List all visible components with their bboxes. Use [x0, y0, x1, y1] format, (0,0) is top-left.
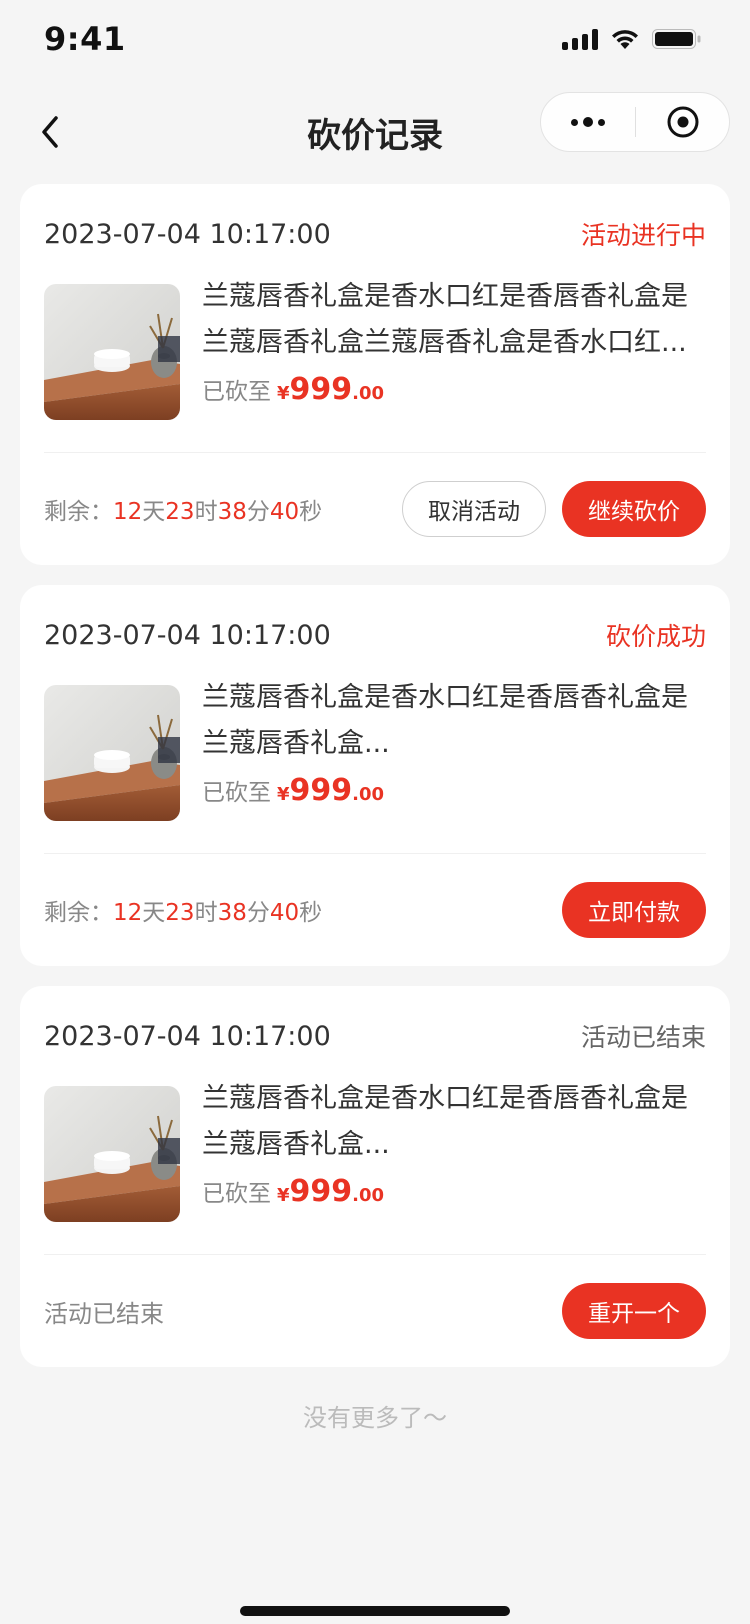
price-integer: 999: [289, 372, 353, 407]
close-mini-program-button[interactable]: [636, 93, 729, 151]
price-integer: 999: [289, 1174, 353, 1209]
bargain-record-card: 2023-07-04 10:17:00 活动已结束 兰蔻唇香礼盒是香水口红是香唇…: [20, 986, 730, 1367]
card-actions: 重开一个: [562, 1283, 706, 1339]
remaining-label: 剩余：: [44, 499, 113, 525]
price-label: 已砍至: [202, 1181, 271, 1207]
price-decimal: .00: [352, 383, 385, 404]
card-header: 2023-07-04 10:17:00 砍价成功: [44, 585, 706, 685]
product-thumbnail[interactable]: [44, 685, 180, 821]
status-bar: 9:41: [0, 0, 750, 88]
day-unit: 天: [142, 499, 166, 525]
continue-bargain-button[interactable]: 继续砍价: [562, 481, 706, 537]
minute-unit: 分: [246, 499, 270, 525]
remaining-minutes: 38: [217, 900, 247, 926]
product-details: 兰蔻唇香礼盒是香水口红是香唇香礼盒是兰蔻唇香礼盒... 已砍至 ¥ 999 .0…: [202, 682, 706, 821]
cancel-activity-button[interactable]: 取消活动: [402, 481, 546, 537]
home-indicator: [240, 1606, 510, 1616]
nav-bar: 砍价记录: [0, 88, 750, 176]
price-integer: 999: [289, 773, 353, 808]
day-unit: 天: [142, 900, 166, 926]
product-info[interactable]: 兰蔻唇香礼盒是香水口红是香唇香礼盒是兰蔻唇香礼盒... 已砍至 ¥ 999 .0…: [44, 682, 706, 821]
product-details: 兰蔻唇香礼盒是香水口红是香唇香礼盒是兰蔻唇香礼盒兰蔻唇香礼盒是香水口红... 已…: [202, 281, 706, 420]
app-screen: 9:41 砍价记录 2023-07-04 10:17:00 活动进行中 兰蔻唇香…: [0, 0, 750, 1624]
card-actions: 取消活动 继续砍价: [402, 481, 706, 537]
price-decimal: .00: [352, 1185, 385, 1206]
product-thumbnail[interactable]: [44, 284, 180, 420]
second-unit: 秒: [299, 900, 323, 926]
mini-program-capsule: [540, 92, 730, 152]
more-dot-icon: [583, 117, 593, 127]
price-decimal: .00: [352, 784, 385, 805]
remaining-time: 剩余：12天23时38分40秒: [44, 893, 322, 927]
remaining-days: 12: [113, 900, 143, 926]
pay-now-button[interactable]: 立即付款: [562, 882, 706, 938]
record-time: 2023-07-04 10:17:00: [44, 218, 331, 250]
bargain-price: 已砍至 ¥ 999 .00: [202, 773, 706, 808]
card-footer: 活动已结束 重开一个: [44, 1255, 706, 1367]
record-time: 2023-07-04 10:17:00: [44, 1020, 331, 1052]
restart-bargain-button[interactable]: 重开一个: [562, 1283, 706, 1339]
status-time: 9:41: [44, 20, 126, 58]
battery-icon: [652, 28, 702, 50]
record-status: 活动进行中: [580, 221, 706, 250]
bargain-record-card: 2023-07-04 10:17:00 砍价成功 兰蔻唇香礼盒是香水口红是香唇香…: [20, 585, 730, 966]
card-footer: 剩余：12天23时38分40秒 取消活动 继续砍价: [44, 453, 706, 565]
more-dot-icon: [571, 118, 578, 126]
bargain-record-card: 2023-07-04 10:17:00 活动进行中 兰蔻唇香礼盒是香水口红是香唇…: [20, 184, 730, 565]
hour-unit: 时: [194, 499, 218, 525]
card-actions: 立即付款: [562, 882, 706, 938]
remaining-minutes: 38: [217, 499, 247, 525]
remaining-label: 剩余：: [44, 900, 113, 926]
record-status: 砍价成功: [605, 622, 706, 651]
remaining-days: 12: [113, 499, 143, 525]
remaining-seconds: 40: [269, 499, 300, 525]
wifi-icon: [610, 28, 640, 50]
card-footer: 剩余：12天23时38分40秒 立即付款: [44, 854, 706, 966]
price-currency: ¥: [277, 1185, 290, 1206]
remaining-hours: 23: [165, 499, 195, 525]
second-unit: 秒: [299, 499, 323, 525]
product-info[interactable]: 兰蔻唇香礼盒是香水口红是香唇香礼盒是兰蔻唇香礼盒... 已砍至 ¥ 999 .0…: [44, 1083, 706, 1222]
product-info[interactable]: 兰蔻唇香礼盒是香水口红是香唇香礼盒是兰蔻唇香礼盒兰蔻唇香礼盒是香水口红... 已…: [44, 281, 706, 420]
minute-unit: 分: [246, 900, 270, 926]
hour-unit: 时: [194, 900, 218, 926]
price-label: 已砍至: [202, 379, 271, 405]
product-thumbnail[interactable]: [44, 1086, 180, 1222]
more-dot-icon: [598, 118, 605, 126]
price-currency: ¥: [277, 383, 290, 404]
product-name: 兰蔻唇香礼盒是香水口红是香唇香礼盒是兰蔻唇香礼盒兰蔻唇香礼盒是香水口红...: [202, 281, 688, 358]
price-currency: ¥: [277, 784, 290, 805]
target-close-icon: [667, 106, 698, 138]
activity-ended-text: 活动已结束: [44, 1299, 164, 1328]
card-header: 2023-07-04 10:17:00 活动进行中: [44, 184, 706, 284]
remaining-seconds: 40: [269, 900, 300, 926]
product-details: 兰蔻唇香礼盒是香水口红是香唇香礼盒是兰蔻唇香礼盒... 已砍至 ¥ 999 .0…: [202, 1083, 706, 1222]
price-label: 已砍至: [202, 780, 271, 806]
card-header: 2023-07-04 10:17:00 活动已结束: [44, 986, 706, 1086]
status-icons: [562, 28, 702, 50]
no-more-indicator: 没有更多了～: [303, 1404, 447, 1432]
bargain-price: 已砍至 ¥ 999 .00: [202, 1174, 706, 1209]
remaining-time: 剩余：12天23时38分40秒: [44, 492, 322, 526]
bargain-record-list: 2023-07-04 10:17:00 活动进行中 兰蔻唇香礼盒是香水口红是香唇…: [20, 184, 730, 1387]
product-name: 兰蔻唇香礼盒是香水口红是香唇香礼盒是兰蔻唇香礼盒...: [202, 682, 688, 759]
product-name: 兰蔻唇香礼盒是香水口红是香唇香礼盒是兰蔻唇香礼盒...: [202, 1083, 688, 1160]
record-time: 2023-07-04 10:17:00: [44, 619, 331, 651]
cellular-signal-icon: [562, 28, 598, 50]
more-options-button[interactable]: [541, 93, 635, 151]
remaining-hours: 23: [165, 900, 195, 926]
bargain-price: 已砍至 ¥ 999 .00: [202, 372, 706, 407]
record-status: 活动已结束: [580, 1023, 706, 1052]
